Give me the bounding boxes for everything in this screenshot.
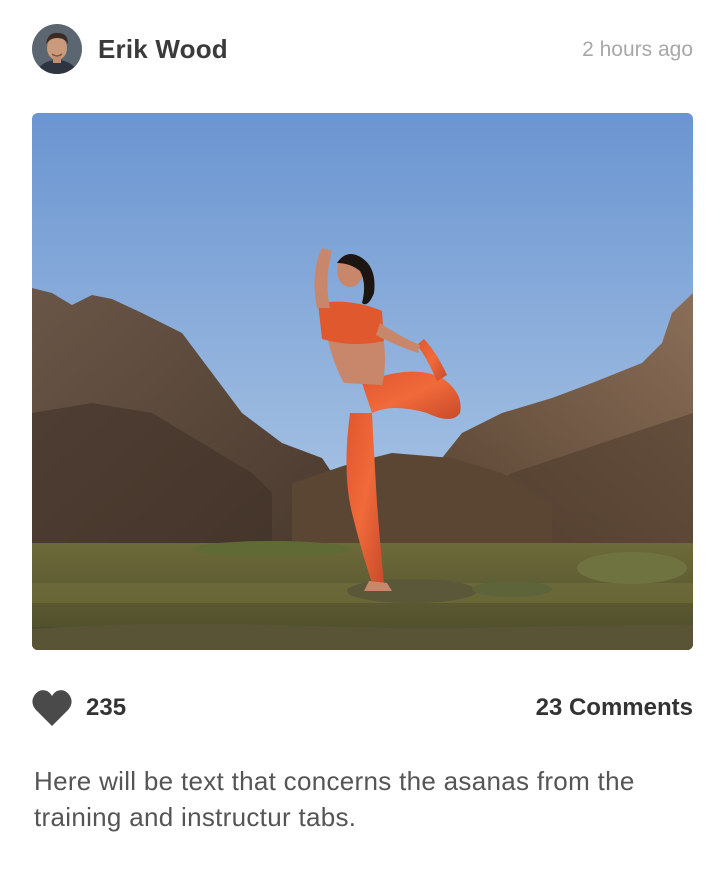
post-timestamp: 2 hours ago (582, 38, 693, 61)
heart-icon (32, 690, 72, 726)
like-button[interactable]: 235 (32, 686, 126, 730)
like-count: 235 (86, 694, 127, 721)
post-caption: Here will be text that concerns the asan… (34, 766, 635, 832)
comments-link[interactable]: 23 Comments (536, 694, 693, 722)
yoga-photo-image (32, 113, 693, 650)
author-avatar[interactable] (32, 24, 82, 74)
post-photo[interactable] (32, 113, 693, 650)
post-header: Erik Wood 2 hours ago (32, 24, 693, 76)
post-actions: 235 23 Comments (32, 686, 693, 730)
author-name[interactable]: Erik Wood (98, 34, 228, 65)
post-card: Erik Wood 2 hours ago 235 23 Comments He… (0, 0, 722, 870)
avatar-image (32, 24, 82, 74)
